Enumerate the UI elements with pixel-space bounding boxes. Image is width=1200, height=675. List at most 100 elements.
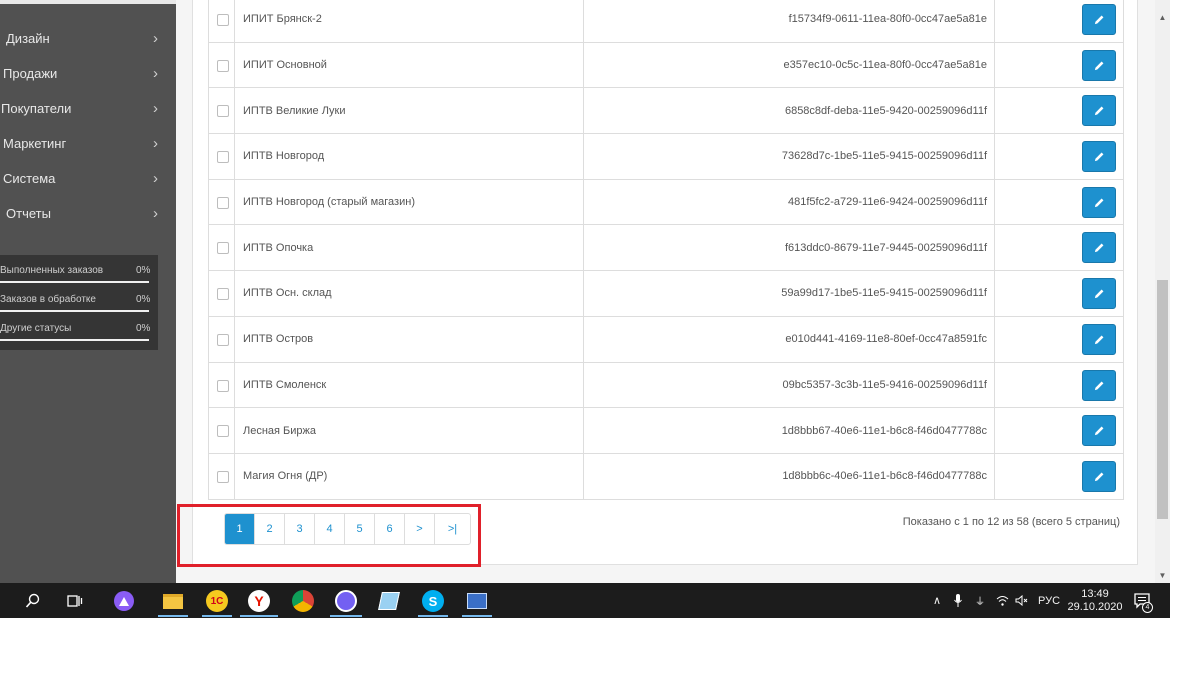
- edit-button[interactable]: [1082, 232, 1116, 264]
- row-checkbox[interactable]: [217, 242, 229, 255]
- clock[interactable]: 13:49 29.10.2020: [1066, 583, 1124, 618]
- wifi-icon[interactable]: [994, 583, 1010, 618]
- microphone-icon[interactable]: [951, 583, 965, 618]
- table-row: ИПТВ Осн. склад 59a99d17-1be5-11e5-9415-…: [209, 270, 1123, 316]
- edit-button[interactable]: [1082, 460, 1116, 492]
- page-scrollbar[interactable]: ▲ ▼: [1155, 0, 1170, 583]
- stat-other: Другие статусы 0%: [0, 315, 158, 344]
- row-checkbox[interactable]: [217, 105, 229, 118]
- edit-button[interactable]: [1082, 323, 1116, 355]
- network-app-icon[interactable]: [464, 588, 490, 614]
- pencil-icon: [1094, 289, 1103, 299]
- row-checkbox[interactable]: [217, 196, 229, 209]
- checkbox-cell: [209, 316, 235, 362]
- active-app-indicator: [330, 615, 362, 617]
- edit-button[interactable]: [1082, 186, 1116, 218]
- row-code: 1d8bbb6c-40e6-11e1-b6c8-f46d0477788c: [584, 453, 995, 499]
- row-name: ИПТВ Остров: [235, 316, 584, 362]
- pencil-icon: [1094, 106, 1103, 116]
- search-icon[interactable]: [20, 588, 46, 614]
- edit-button[interactable]: [1082, 369, 1116, 401]
- menu-item-customers[interactable]: Покупатели ›: [0, 91, 176, 126]
- yandex-browser-icon[interactable]: Y: [246, 588, 272, 614]
- menu-item-system[interactable]: Система ›: [0, 161, 176, 196]
- checkbox-cell: [209, 42, 235, 88]
- stat-label: Выполненных заказов: [0, 265, 104, 276]
- row-checkbox[interactable]: [217, 379, 229, 392]
- blank-area: [0, 618, 1200, 675]
- row-code: 59a99d17-1be5-11e5-9415-00259096d11f: [584, 271, 995, 316]
- edit-button[interactable]: [1082, 415, 1116, 447]
- row-code: e010d441-4169-11e8-80ef-0cc47a8591fc: [584, 316, 995, 362]
- stat-label: Заказов в обработке: [0, 294, 96, 305]
- language-indicator[interactable]: РУС: [1034, 583, 1064, 618]
- 1c-app-icon[interactable]: 1C: [204, 588, 230, 614]
- menu-item-marketing[interactable]: Маркетинг ›: [0, 126, 176, 161]
- menu-label: Система: [3, 171, 56, 186]
- active-app-indicator: [240, 615, 278, 617]
- order-stats: Выполненных заказов 0% Заказов в обработ…: [0, 255, 158, 350]
- viber-icon[interactable]: [333, 588, 359, 614]
- chevron-right-icon: ›: [153, 100, 158, 117]
- row-name: ИПТВ Опочка: [235, 225, 584, 271]
- scroll-up-icon[interactable]: ▲: [1155, 10, 1170, 24]
- edit-button[interactable]: [1082, 141, 1116, 173]
- row-name: ИПТВ Смоленск: [235, 362, 584, 408]
- row-checkbox[interactable]: [217, 470, 229, 483]
- row-code: 1d8bbb67-40e6-11e1-b6c8-f46d0477788c: [584, 408, 995, 453]
- row-checkbox[interactable]: [217, 59, 229, 72]
- edit-button[interactable]: [1082, 278, 1116, 310]
- stat-value: 0%: [136, 323, 151, 334]
- edit-button[interactable]: [1082, 49, 1116, 81]
- clock-time: 13:49: [1081, 587, 1109, 600]
- table-row: Лесная Биржа 1d8bbb67-40e6-11e1-b6c8-f46…: [209, 407, 1123, 453]
- pencil-icon: [1094, 61, 1103, 70]
- chevron-right-icon: ›: [153, 135, 158, 152]
- power-plug-icon[interactable]: ⏚: [970, 583, 990, 618]
- row-checkbox[interactable]: [217, 288, 229, 301]
- alice-assistant-icon[interactable]: [111, 588, 137, 614]
- menu-label: Дизайн: [6, 31, 50, 46]
- notifications-icon[interactable]: 4: [1130, 583, 1156, 618]
- file-explorer-icon[interactable]: [160, 588, 186, 614]
- row-checkbox[interactable]: [217, 425, 229, 438]
- checkbox-cell: [209, 225, 235, 271]
- task-view-icon[interactable]: [62, 588, 88, 614]
- row-checkbox[interactable]: [217, 151, 229, 164]
- pencil-icon: [1094, 198, 1103, 207]
- active-app-indicator: [462, 615, 492, 617]
- stat-processing: Заказов в обработке 0%: [0, 286, 158, 315]
- pencil-icon: [1094, 152, 1103, 162]
- checkbox-cell: [209, 408, 235, 453]
- edit-button[interactable]: [1082, 95, 1116, 127]
- pencil-icon: [1094, 472, 1103, 481]
- menu-item-reports[interactable]: Отчеты ›: [0, 196, 176, 231]
- chrome-icon[interactable]: [290, 588, 316, 614]
- pagination-summary: Показано с 1 по 12 из 58 (всего 5 страни…: [902, 516, 1120, 528]
- table-row: ИПТВ Остров e010d441-4169-11e8-80ef-0cc4…: [209, 315, 1123, 362]
- skype-icon[interactable]: S: [420, 588, 446, 614]
- menu-item-sales[interactable]: Продажи ›: [0, 56, 176, 91]
- edit-button[interactable]: [1082, 4, 1116, 35]
- stat-completed: Выполненных заказов 0%: [0, 257, 158, 286]
- pencil-icon: [1094, 335, 1103, 344]
- notepad-app-icon[interactable]: [376, 588, 402, 614]
- row-checkbox[interactable]: [217, 14, 229, 26]
- row-name: Магия Огня (ДР): [235, 453, 584, 499]
- pencil-icon: [1094, 381, 1103, 390]
- chevron-right-icon: ›: [153, 65, 158, 82]
- chevron-up-icon[interactable]: ∧: [929, 583, 945, 618]
- speaker-muted-icon[interactable]: [1013, 583, 1029, 618]
- chevron-right-icon: ›: [153, 170, 158, 187]
- menu-item-design[interactable]: Дизайн ›: [0, 21, 176, 56]
- row-checkbox[interactable]: [217, 333, 229, 346]
- row-code: 09bc5357-3c3b-11e5-9416-00259096d11f: [584, 362, 995, 408]
- row-name: ИПТВ Новгород (старый магазин): [235, 179, 584, 225]
- scroll-down-icon[interactable]: ▼: [1155, 568, 1170, 582]
- checkbox-cell: [209, 453, 235, 499]
- stat-progress-bar: [0, 310, 149, 312]
- checkbox-cell: [209, 271, 235, 316]
- scroll-thumb[interactable]: [1157, 280, 1168, 519]
- stat-value: 0%: [136, 294, 151, 305]
- table-row: ИПИТ Основной e357ec10-0c5c-11ea-80f0-0c…: [209, 41, 1123, 88]
